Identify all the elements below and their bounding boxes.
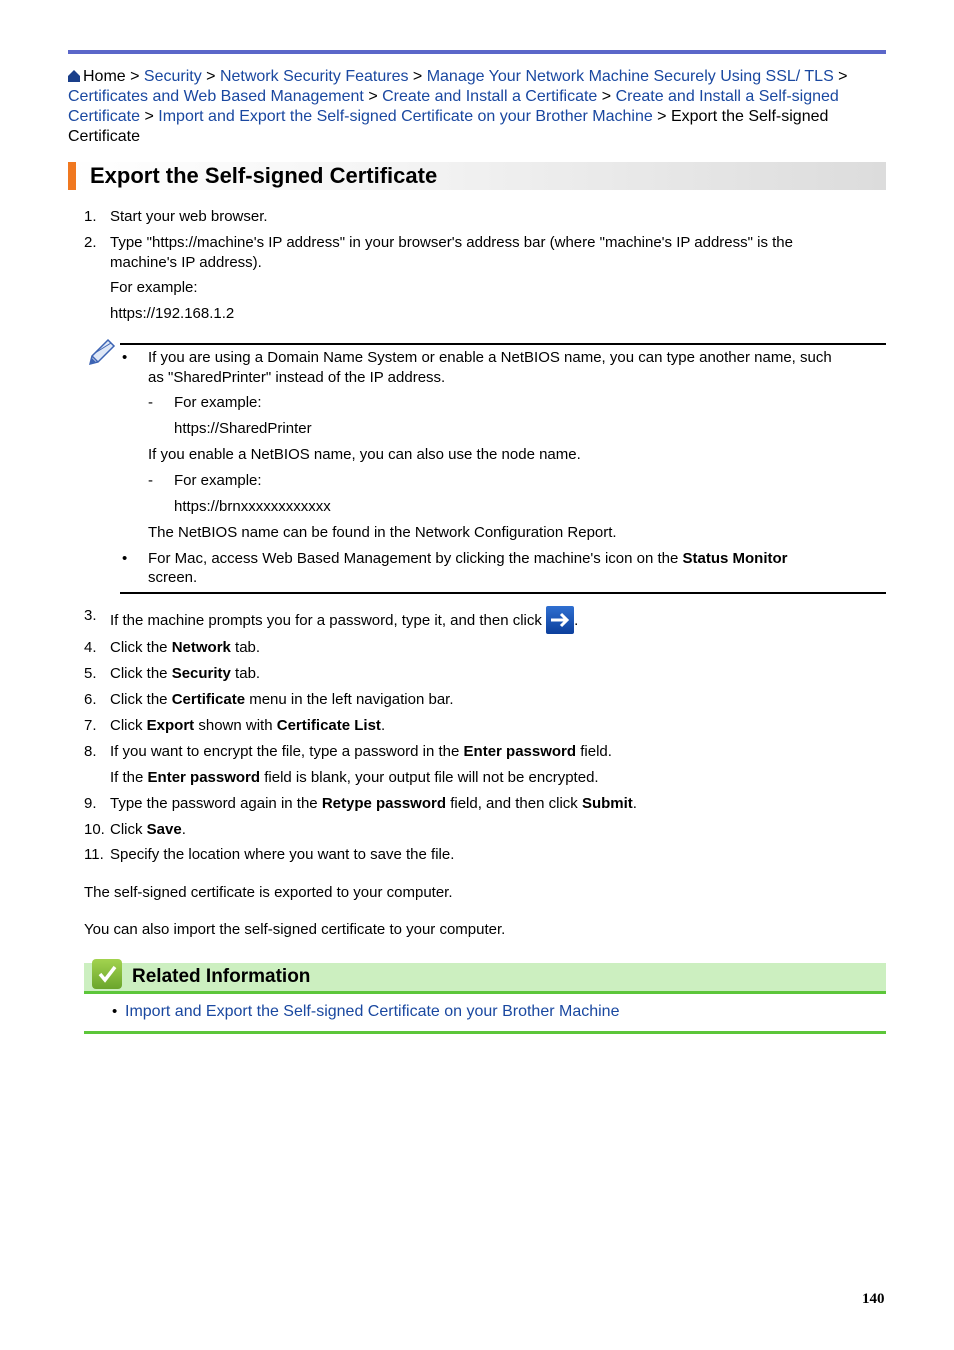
note-text: If you enable a NetBIOS name, you can al… <box>148 446 581 463</box>
related-bottom-rule <box>84 1031 886 1034</box>
step-text: If the machine prompts you for a passwor… <box>110 606 870 634</box>
page-number: 140 <box>862 1291 885 1307</box>
related-information-header: Related Information <box>84 959 886 994</box>
arrow-right-icon <box>546 606 575 634</box>
breadcrumb-separator: > <box>652 108 671 125</box>
note-text: as "SharedPrinter" instead of the IP add… <box>148 369 446 386</box>
breadcrumb-separator: > <box>363 88 383 105</box>
step-text: Start your web browser. <box>110 208 268 225</box>
note-text: If you are using a Domain Name System or… <box>148 349 832 366</box>
breadcrumb-separator: > <box>201 68 220 85</box>
breadcrumb-link-security[interactable]: Security <box>144 68 202 85</box>
step-text: If you want to encrypt the file, type a … <box>110 743 612 760</box>
title-accent <box>68 162 76 190</box>
note-example-label: For example: <box>174 472 262 489</box>
note-bottom-rule <box>120 592 886 594</box>
step-text: Click the Network tab. <box>110 639 261 656</box>
breadcrumb-separator: > <box>408 68 427 85</box>
step-text: Click Export shown with Certificate List… <box>110 717 386 734</box>
note-text: For Mac, access Web Based Management by … <box>148 550 788 567</box>
related-link-item: Import and Export the Self-signed Certif… <box>125 1002 619 1022</box>
step-number: 7. <box>84 717 97 734</box>
breadcrumb-home[interactable]: Home <box>83 68 126 85</box>
pencil-note-icon <box>88 338 116 366</box>
step-text: Click Save. <box>110 821 186 838</box>
step-number: 1. <box>84 208 97 225</box>
breadcrumb: Home > Security > Network Security Featu… <box>68 67 886 147</box>
step-text: Click the Security tab. <box>110 665 261 682</box>
step-text: Type the password again in the Retype pa… <box>110 795 637 812</box>
breadcrumb-link-import-export[interactable]: Import and Export the Self-signed Certif… <box>158 108 652 125</box>
note-example-value: https://brnxxxxxxxxxxxx <box>174 498 331 515</box>
breadcrumb-link-network-security-features[interactable]: Network Security Features <box>220 68 409 85</box>
step-number: 5. <box>84 665 97 682</box>
breadcrumb-link-manage-ssl-tls[interactable]: Manage Your Network Machine Securely Usi… <box>427 68 834 85</box>
breadcrumb-separator: > <box>597 88 616 105</box>
breadcrumb-separator: > <box>140 108 159 125</box>
step-text: Type "https://machine's IP address" in y… <box>110 234 793 271</box>
step-number: 3. <box>84 607 97 624</box>
checkmark-icon <box>92 959 122 989</box>
step-number: 8. <box>84 743 97 760</box>
related-information-title: Related Information <box>132 966 311 987</box>
also-text: You can also import the self-signed cert… <box>84 921 506 938</box>
note-top-rule <box>120 343 886 345</box>
step-number: 9. <box>84 795 97 812</box>
step-number: 11. <box>84 846 104 863</box>
title-bar: Export the Self-signed Certificate <box>68 162 886 190</box>
breadcrumb-separator: > <box>125 68 144 85</box>
note-example-label: For example: <box>174 394 262 411</box>
dash: - <box>148 472 153 489</box>
example-value: https://192.168.1.2 <box>110 305 235 322</box>
step-number: 2. <box>84 234 97 251</box>
home-icon <box>68 70 80 82</box>
bullet: • <box>122 550 128 567</box>
bullet: • <box>112 1003 118 1020</box>
step-number: 6. <box>84 691 97 708</box>
example-label: For example: <box>110 279 198 296</box>
related-link-import-export[interactable]: Import and Export the Self-signed Certif… <box>125 1003 619 1020</box>
breadcrumb-separator: > <box>833 68 848 85</box>
result-text: The self-signed certificate is exported … <box>84 884 453 901</box>
note-text: The NetBIOS name can be found in the Net… <box>148 524 617 541</box>
breadcrumb-link-certificates-wbm[interactable]: Certificates and Web Based Management <box>68 88 364 105</box>
note-example-value: https://SharedPrinter <box>174 420 312 437</box>
note-text: screen. <box>148 569 198 586</box>
step-text: Click the Certificate menu in the left n… <box>110 691 454 708</box>
page-title: Export the Self-signed Certificate <box>90 163 438 188</box>
step-text: Specify the location where you want to s… <box>110 846 455 863</box>
dash: - <box>148 394 153 411</box>
breadcrumb-link-create-install-certificate[interactable]: Create and Install a Certificate <box>382 88 597 105</box>
bullet: • <box>122 349 128 366</box>
step-number: 10. <box>84 821 105 838</box>
step-number: 4. <box>84 639 97 656</box>
top-rule <box>68 50 886 54</box>
step-8-note: If the Enter password field is blank, yo… <box>110 769 599 786</box>
